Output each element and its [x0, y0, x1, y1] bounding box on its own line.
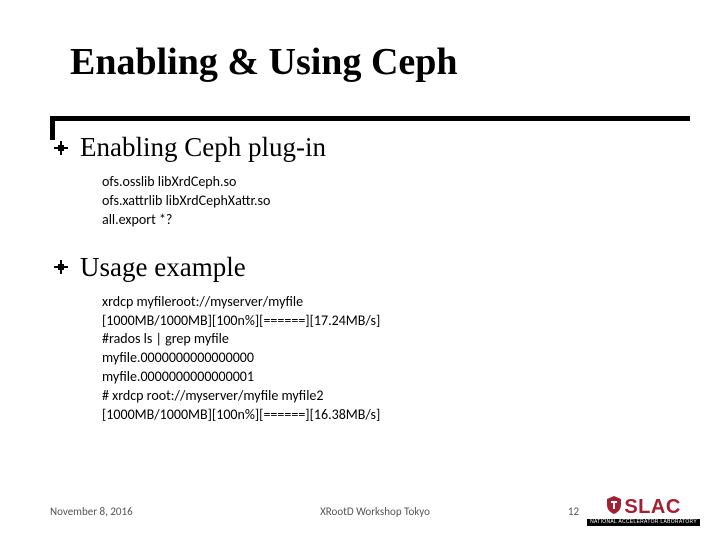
page-number: 12 [568, 505, 579, 518]
slide-title: Enabling & Using Ceph [70, 40, 720, 84]
footer-center: XRootD Workshop Tokyo [320, 505, 430, 518]
footer-right: 12 SLAC NATIONAL ACCELERATOR LABORATORY [568, 496, 700, 526]
bullet-icon [54, 260, 68, 274]
section-header: Usage example [50, 252, 720, 283]
section-usage: Usage example xrdcp myfileroot://myserve… [50, 252, 720, 425]
bullet-icon [54, 141, 68, 155]
vertical-rule-stub [50, 116, 55, 140]
footer-date: November 8, 2016 [50, 505, 133, 518]
footer: November 8, 2016 XRootD Workshop Tokyo 1… [50, 496, 700, 526]
code-block-usage: xrdcp myfileroot://myserver/myfile [1000… [102, 293, 720, 425]
slide: Enabling & Using Ceph Enabling Ceph plug… [0, 0, 720, 540]
code-block-enabling: ofs.osslib libXrdCeph.so ofs.xattrlib li… [102, 173, 720, 230]
logo-name: SLAC [624, 497, 680, 517]
slac-logo: SLAC NATIONAL ACCELERATOR LABORATORY [587, 496, 700, 526]
horizontal-rule [50, 116, 690, 121]
section-enabling: Enabling Ceph plug-in ofs.osslib libXrdC… [50, 132, 720, 230]
section-heading: Usage example [80, 252, 246, 283]
shield-icon [606, 496, 622, 518]
logo-subtitle: NATIONAL ACCELERATOR LABORATORY [587, 519, 700, 526]
logo-text: SLAC [606, 496, 680, 518]
section-heading: Enabling Ceph plug-in [80, 132, 326, 163]
section-header: Enabling Ceph plug-in [50, 132, 720, 163]
